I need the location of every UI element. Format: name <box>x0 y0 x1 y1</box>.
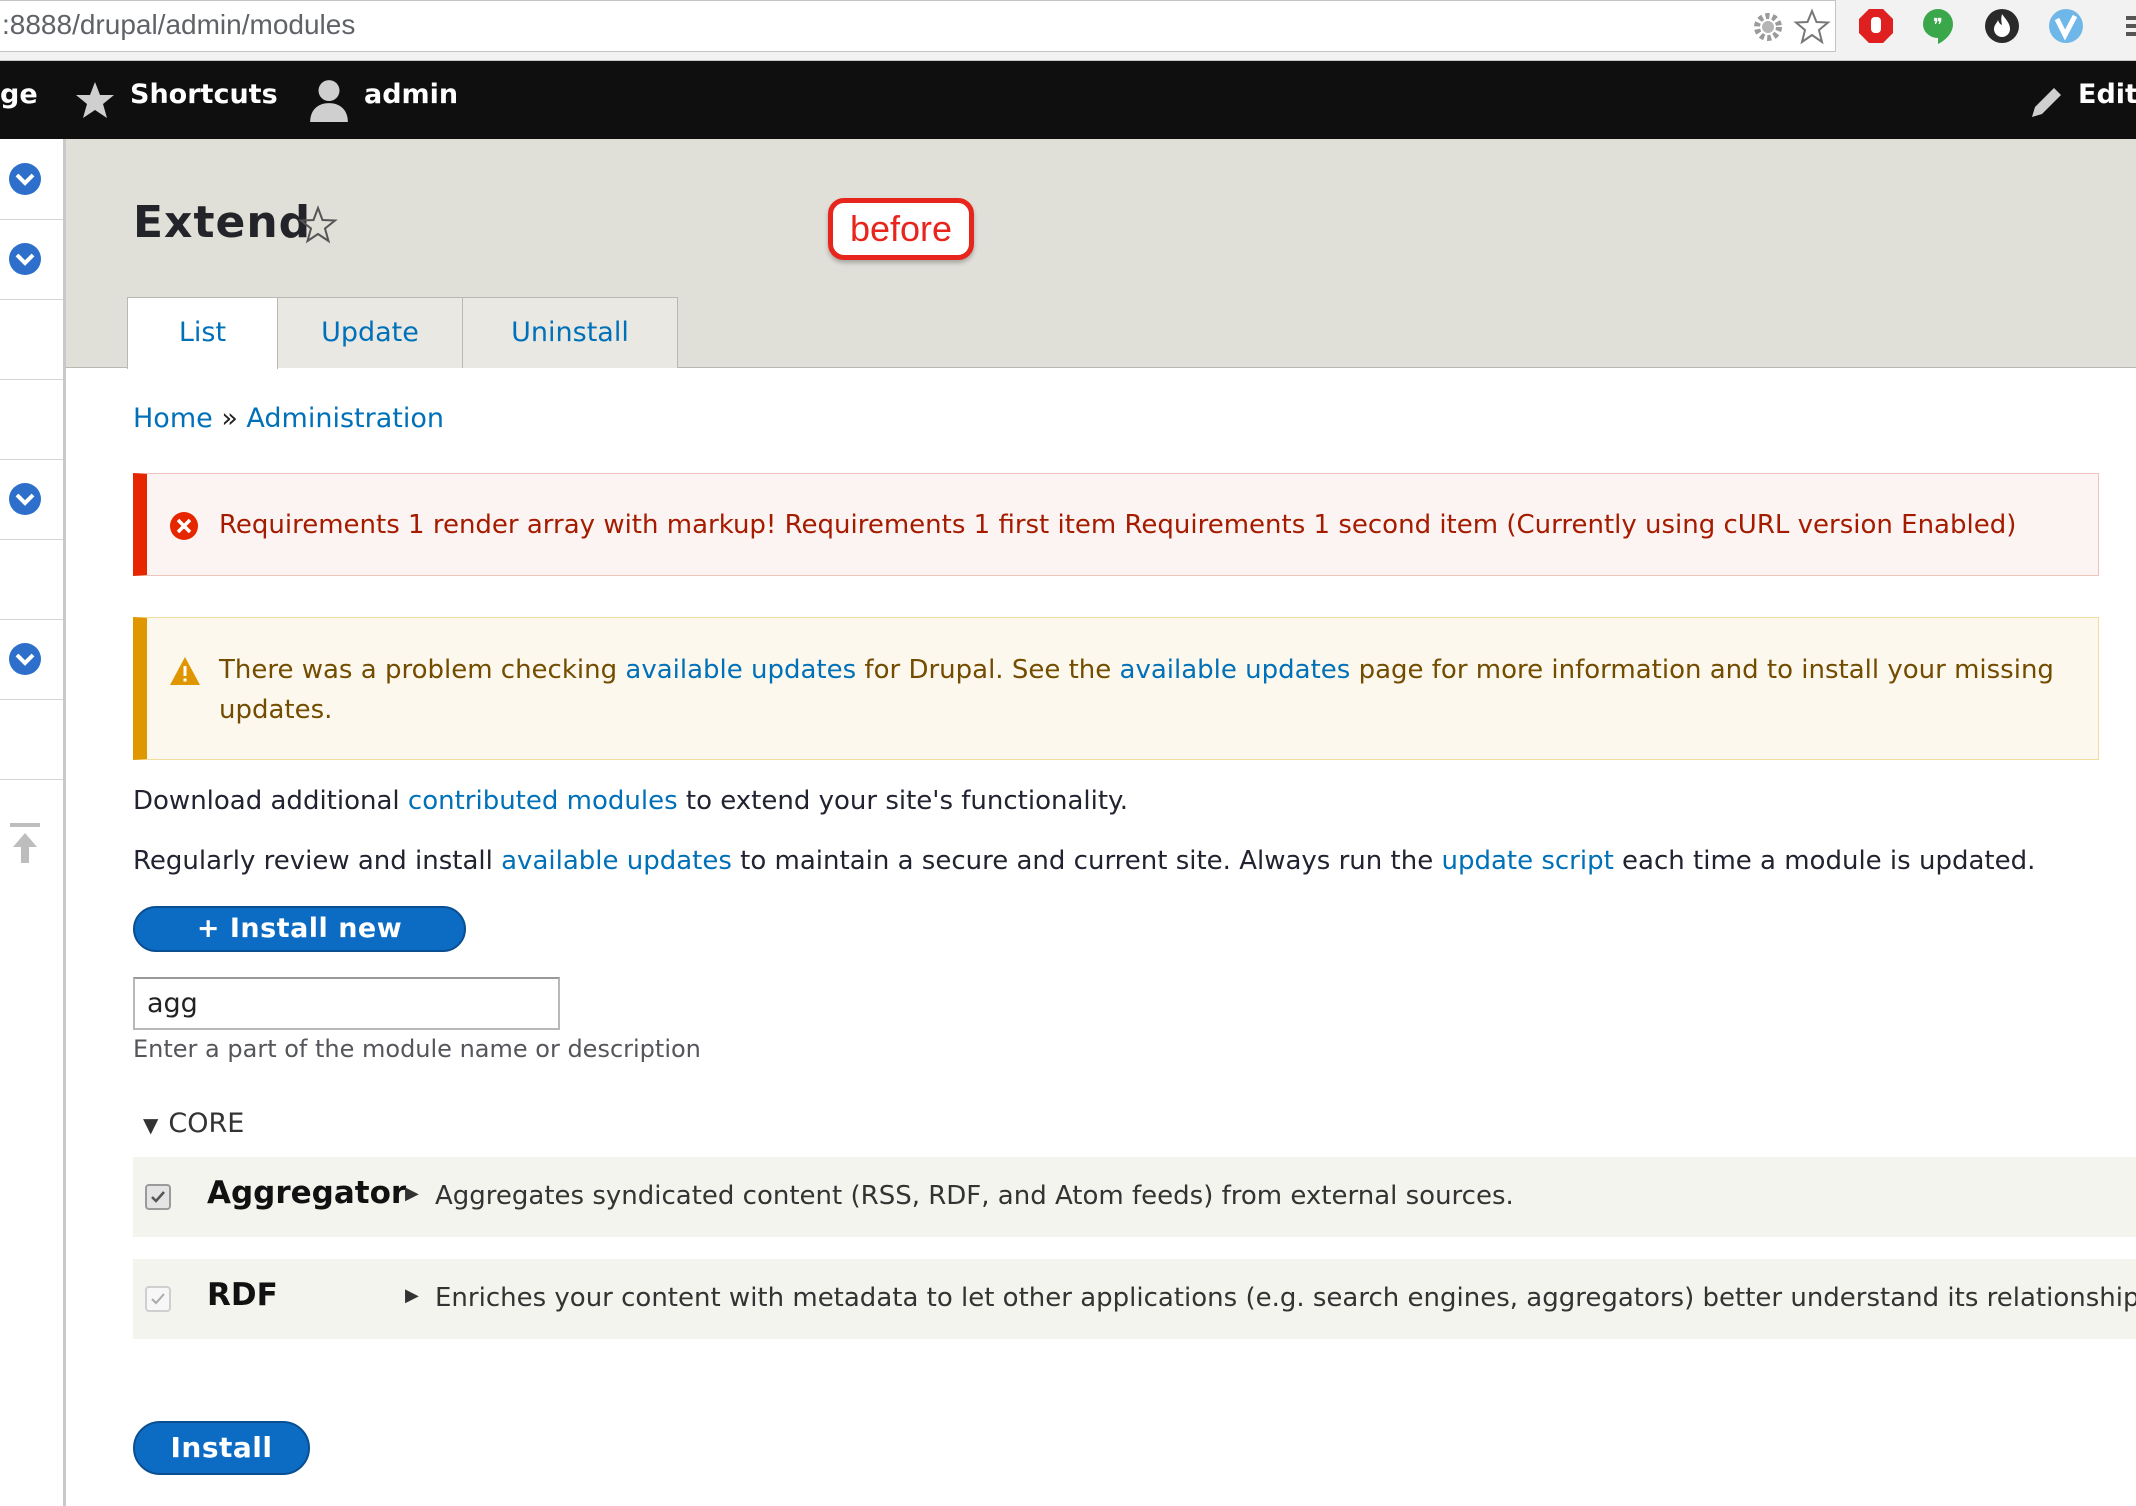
tray-item[interactable] <box>0 539 63 620</box>
admin-toolbar: ge Shortcuts admin Edit <box>0 61 2136 139</box>
module-name[interactable]: RDF <box>207 1277 278 1313</box>
tray-orientation-icon[interactable] <box>10 821 40 865</box>
intro-text: each time a module is updated. <box>1613 846 2036 876</box>
user-icon[interactable] <box>308 78 350 122</box>
adblock-icon[interactable] <box>1856 6 1896 46</box>
warning-text-part: updates. <box>219 695 333 725</box>
triangle-right-icon[interactable]: ▶ <box>405 1285 419 1306</box>
toolbar-user[interactable]: admin <box>364 79 458 110</box>
tab-uninstall[interactable]: Uninstall <box>462 297 678 368</box>
breadcrumb: Home » Administration <box>133 403 444 434</box>
install-new-module-button[interactable]: + Install new module <box>133 906 466 986</box>
module-row: Aggregator ▶ Aggregates syndicated conte… <box>133 1157 2136 1237</box>
pencil-icon[interactable] <box>2028 83 2066 121</box>
install-button[interactable]: Install <box>133 1421 310 1475</box>
available-updates-link[interactable]: available updates <box>625 655 856 685</box>
update-script-link[interactable]: update script <box>1441 846 1613 876</box>
toolbar-edit[interactable]: Edit <box>2078 79 2136 110</box>
warning-message-text: There was a problem checking available u… <box>219 650 2079 730</box>
warning-text-part: page for more information and to install… <box>1350 655 2054 685</box>
warning-icon <box>170 657 200 685</box>
toolbar-tray <box>0 139 66 1506</box>
chrome-menu-icon[interactable] <box>2116 6 2136 46</box>
intro-text: Download additional <box>133 786 408 816</box>
bookmark-star-icon[interactable] <box>1792 7 1832 47</box>
module-filter-input[interactable] <box>133 977 560 1030</box>
breadcrumb-separator: » <box>212 403 247 434</box>
settings-gear-icon[interactable] <box>1748 7 1788 47</box>
module-checkbox[interactable] <box>145 1184 171 1210</box>
warning-text-part: for Drupal. See the <box>856 655 1120 685</box>
module-description[interactable]: Enriches your content with metadata to l… <box>435 1283 2136 1313</box>
checkmark-icon <box>151 1191 165 1203</box>
svg-text:❞: ❞ <box>1933 15 1943 36</box>
shortcuts-star-icon[interactable] <box>74 80 116 120</box>
chevron-down-icon[interactable] <box>8 242 42 276</box>
module-name[interactable]: Aggregator <box>207 1175 406 1211</box>
triangle-down-icon: ▼ <box>143 1113 159 1137</box>
url-box[interactable]: :8888/drupal/admin/modules <box>0 0 1836 52</box>
hangouts-icon[interactable]: ❞ <box>1918 6 1958 46</box>
tab-update[interactable]: Update <box>277 297 463 368</box>
intro-paragraph: Download additional contributed modules … <box>133 786 1128 816</box>
tray-item[interactable] <box>0 139 63 220</box>
flame-extension-icon[interactable] <box>1982 6 2022 46</box>
before-annotation-label: before <box>828 198 974 260</box>
filter-description: Enter a part of the module name or descr… <box>133 1035 701 1063</box>
triangle-right-icon[interactable]: ▶ <box>405 1183 419 1204</box>
chevron-down-icon[interactable] <box>8 482 42 516</box>
page-title: Extend <box>133 197 312 248</box>
core-label: CORE <box>168 1108 245 1139</box>
error-message-text: Requirements 1 render array with markup!… <box>219 510 2017 540</box>
tray-item[interactable] <box>0 219 63 300</box>
tray-item[interactable] <box>0 459 63 540</box>
warning-message: There was a problem checking available u… <box>133 617 2099 760</box>
intro-text: to extend your site's functionality. <box>677 786 1128 816</box>
breadcrumb-home[interactable]: Home <box>133 403 213 434</box>
core-fieldset-toggle[interactable]: ▼ CORE <box>143 1108 244 1139</box>
available-updates-link[interactable]: available updates <box>1120 655 1351 685</box>
page-header: Extend before List Update Uninstall <box>66 139 2136 369</box>
breadcrumb-administration[interactable]: Administration <box>246 403 444 434</box>
module-checkbox[interactable] <box>145 1286 171 1312</box>
tray-item[interactable] <box>0 299 63 380</box>
tab-list[interactable]: List <box>127 297 278 369</box>
chevron-down-icon[interactable] <box>8 642 42 676</box>
warning-text-part: There was a problem checking <box>219 655 626 685</box>
contributed-modules-link[interactable]: contributed modules <box>408 786 678 816</box>
updates-paragraph: Regularly review and install available u… <box>133 846 2035 876</box>
intro-text: Regularly review and install <box>133 846 502 876</box>
url-text[interactable]: :8888/drupal/admin/modules <box>2 9 355 41</box>
tray-item[interactable] <box>0 699 63 780</box>
error-icon <box>170 512 198 540</box>
module-row: RDF ▶ Enriches your content with metadat… <box>133 1259 2136 1339</box>
available-updates-link[interactable]: available updates <box>501 846 732 876</box>
tray-item[interactable] <box>0 379 63 460</box>
tray-item[interactable] <box>0 619 63 700</box>
toolbar-shortcuts[interactable]: Shortcuts <box>130 79 278 110</box>
chevron-down-icon[interactable] <box>8 162 42 196</box>
intro-text: to maintain a secure and current site. A… <box>731 846 1442 876</box>
browser-address-bar: :8888/drupal/admin/modules ❞ <box>0 0 2136 61</box>
error-message: Requirements 1 render array with markup!… <box>133 473 2099 576</box>
v-extension-icon[interactable] <box>2046 6 2086 46</box>
checkmark-icon <box>151 1293 165 1305</box>
shortcut-star-icon[interactable] <box>298 205 338 245</box>
toolbar-manage[interactable]: ge <box>0 79 38 110</box>
module-description[interactable]: Aggregates syndicated content (RSS, RDF,… <box>435 1181 1514 1211</box>
